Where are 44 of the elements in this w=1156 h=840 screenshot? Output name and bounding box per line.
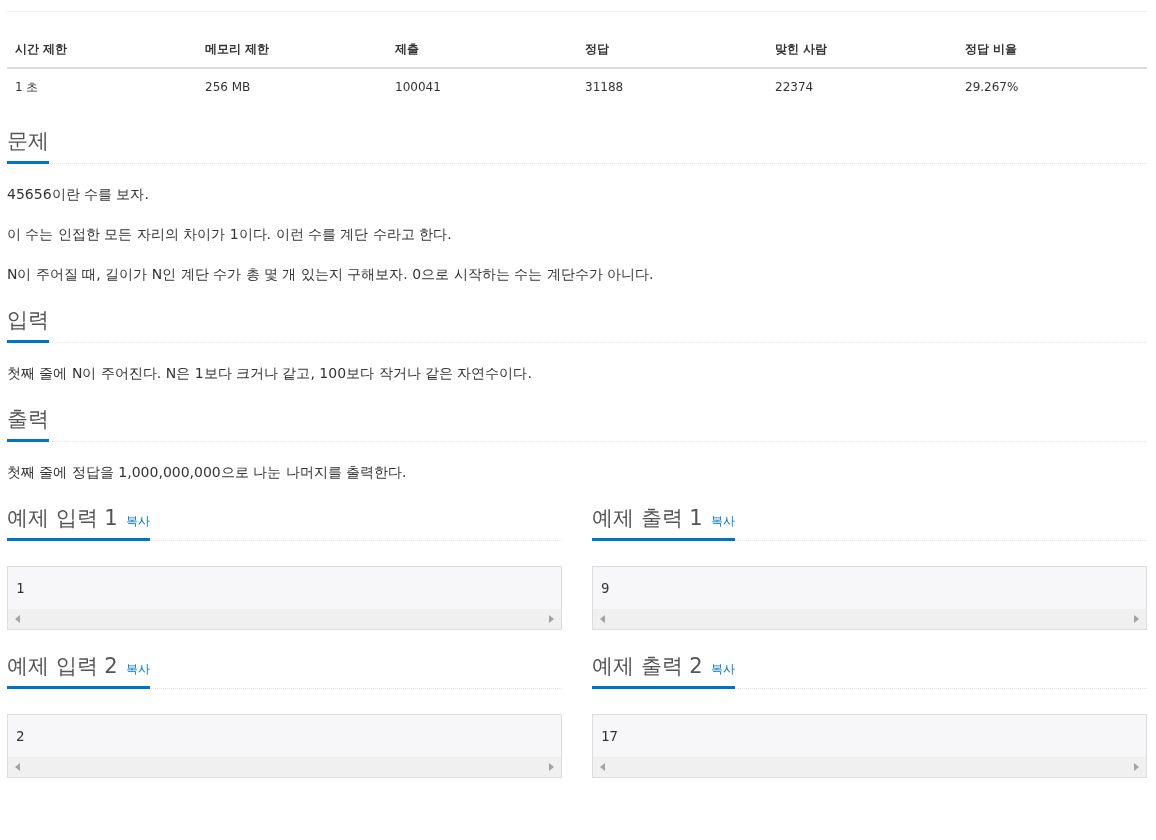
section-title: 출력 xyxy=(7,406,49,433)
sample-text: 1 xyxy=(15,579,26,598)
left-arrow-icon[interactable] xyxy=(600,615,605,623)
copy-link[interactable]: 복사 xyxy=(710,513,735,530)
column-header: 정답 xyxy=(577,32,767,68)
column-header: 정답 비율 xyxy=(957,32,1147,68)
right-arrow-icon[interactable] xyxy=(549,615,554,623)
table-cell: 1 초 xyxy=(7,68,197,105)
copy-link[interactable]: 복사 xyxy=(710,661,735,678)
column-header: 맞힌 사람 xyxy=(767,32,957,68)
section-title: 예제 출력 2 xyxy=(592,653,703,680)
scrollbar[interactable] xyxy=(8,609,561,629)
table-cell: 29.267% xyxy=(957,68,1147,105)
sample-text: 17 xyxy=(600,727,619,746)
paragraph: 45656이란 수를 보자. xyxy=(7,185,150,204)
sample-text: 9 xyxy=(600,579,611,598)
copy-link[interactable]: 복사 xyxy=(125,513,150,530)
right-arrow-icon[interactable] xyxy=(1134,615,1139,623)
sample-text: 2 xyxy=(15,727,26,746)
paragraph: 첫째 줄에 정답을 1,000,000,000으로 나눈 나머지를 출력한다. xyxy=(7,463,408,482)
column-header: 메모리 제한 xyxy=(197,32,387,68)
section-title: 입력 xyxy=(7,307,49,334)
copy-link[interactable]: 복사 xyxy=(125,661,150,678)
paragraph: 첫째 줄에 N이 주어진다. N은 1보다 크거나 같고, 100보다 작거나 같은 자연수이다. xyxy=(7,364,533,383)
section-title: 예제 출력 1 xyxy=(592,505,703,532)
section-title: 문제 xyxy=(7,128,49,155)
table-cell: 22374 xyxy=(767,68,957,105)
scrollbar[interactable] xyxy=(8,757,561,777)
paragraph: N이 주어질 때, 길이가 N인 계단 수가 총 몇 개 있는지 구해보자. 0으로 시작하는 수는 계단수가 아니다. xyxy=(7,265,655,284)
left-arrow-icon[interactable] xyxy=(600,763,605,771)
column-header: 제출 xyxy=(387,32,577,68)
scrollbar[interactable] xyxy=(593,609,1146,629)
section-title: 예제 입력 1 xyxy=(7,505,118,532)
right-arrow-icon[interactable] xyxy=(549,763,554,771)
section-title: 예제 입력 2 xyxy=(7,653,118,680)
table-cell: 31188 xyxy=(577,68,767,105)
column-header: 시간 제한 xyxy=(7,32,197,68)
right-arrow-icon[interactable] xyxy=(1134,763,1139,771)
paragraph: 이 수는 인접한 모든 자리의 차이가 1이다. 이런 수를 계단 수라고 한다. xyxy=(7,225,453,244)
scrollbar[interactable] xyxy=(593,757,1146,777)
table-cell: 256 MB xyxy=(197,68,387,105)
left-arrow-icon[interactable] xyxy=(15,615,20,623)
left-arrow-icon[interactable] xyxy=(15,763,20,771)
table-cell: 100041 xyxy=(387,68,577,105)
